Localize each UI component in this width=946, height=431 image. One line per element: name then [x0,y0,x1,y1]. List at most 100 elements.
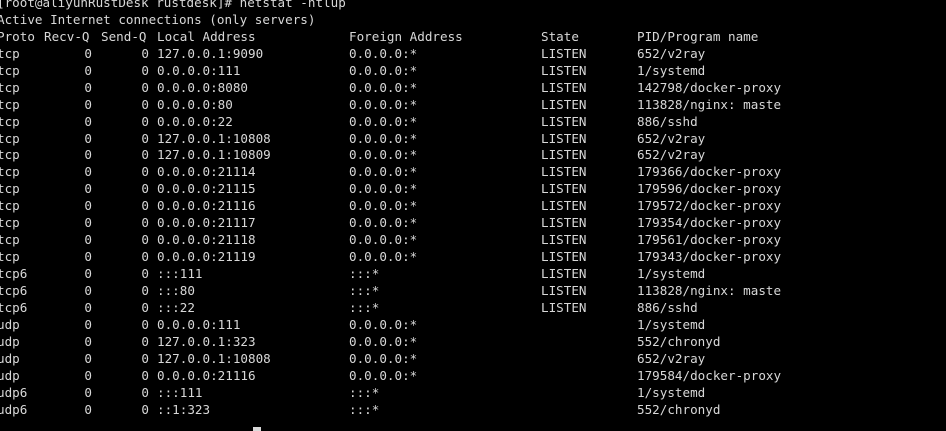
table-row: tcp 0 0 0.0.0.0:80 0.0.0.0:* LISTEN 113828/ngi… [0,97,946,114]
cell-local-address: 0.0.0.0:80 [157,96,233,112]
cell-send-q: 0 [141,113,149,129]
cell-local-address: 127.0.0.1:10808 [157,130,271,146]
heading-line: Active Internet connections (only server… [0,12,946,29]
cell-state: LISTEN [541,79,587,95]
table-row: tcp 0 0 0.0.0.0:8080 0.0.0.0:* LISTEN 142798/d… [0,80,946,97]
cell-recv-q: 0 [84,232,92,248]
cell-proto: udp [0,316,20,332]
cell-recv-q: 0 [84,181,92,197]
cell-state: LISTEN [541,113,587,129]
cell-state: LISTEN [541,299,587,315]
cell-local-address: :::22 [157,299,195,315]
cell-local-address: 0.0.0.0:8080 [157,79,248,95]
text-cursor [253,427,261,431]
cell-state: LISTEN [541,45,587,61]
table-row: udp6 0 0:::111:::* 1/systemd [0,385,946,402]
cell-recv-q: 0 [84,266,92,281]
cell-local-address: 0.0.0.0:21117 [157,215,256,231]
cell-send-q: 0 [141,130,149,146]
cell-pid-program: 1/systemd [637,384,706,400]
cell-local-address: 0.0.0.0:21118 [157,232,256,248]
cell-proto: tcp [0,45,20,61]
cell-pid-program: 886/sshd [637,299,698,315]
cell-foreign-address: :::* [349,266,380,281]
table-row: tcp6 0 0:::111:::* LISTEN 1/systemd [0,266,946,283]
cell-pid-program: 113828/nginx: maste [637,96,782,112]
cell-send-q: 0 [141,96,149,112]
cell-recv-q: 0 [84,62,92,78]
cell-send-q: 0 [141,147,149,163]
table-row: udp 0 0 127.0.0.1:10808 0.0.0.0:* 652/v2ray [0,351,946,368]
cell-foreign-address: 0.0.0.0:* [349,181,418,197]
cell-proto: tcp [0,130,20,146]
cell-proto: udp [0,333,20,349]
cell-state: LISTEN [541,232,587,248]
cell-state: LISTEN [541,147,587,163]
cell-state: LISTEN [541,164,587,180]
cell-recv-q: 0 [84,198,92,214]
cell-foreign-address: 0.0.0.0:* [349,215,418,231]
cell-pid-program: 652/v2ray [637,130,706,146]
cell-state: LISTEN [541,181,587,197]
cell-recv-q: 0 [84,316,92,332]
cell-local-address: 127.0.0.1:10808 [157,350,271,366]
header-foreign: Foreign Address [349,28,463,44]
cell-foreign-address: 0.0.0.0:* [349,79,418,95]
cell-pid-program: 179366/docker-proxy [637,164,782,180]
cell-local-address: 0.0.0.0:21119 [157,249,256,265]
cell-pid-program: 652/v2ray [637,147,706,163]
cell-proto: tcp [0,215,20,231]
cell-pid-program: 179561/docker-proxy [637,232,782,248]
cell-recv-q: 0 [84,130,92,146]
table-row: tcp 0 0 127.0.0.1:10808 0.0.0.0:* LISTEN 652/v… [0,131,946,148]
cell-send-q: 0 [141,232,149,248]
table-row: tcp6 0 0:::22:::* LISTEN 886/sshd [0,300,946,317]
cell-foreign-address: :::* [349,299,380,315]
cell-pid-program: 552/chronyd [637,333,721,349]
cell-foreign-address: 0.0.0.0:* [349,130,418,146]
cell-local-address: ::1:323 [157,401,211,417]
cell-send-q: 0 [141,367,149,383]
cell-local-address: 0.0.0.0:111 [157,316,241,332]
cell-proto: tcp [0,147,20,163]
cell-send-q: 0 [141,299,149,315]
cell-recv-q: 0 [84,249,92,265]
cell-state: LISTEN [541,215,587,231]
cell-proto: tcp [0,113,20,129]
cell-send-q: 0 [141,249,149,265]
cell-send-q: 0 [141,316,149,332]
cell-state: LISTEN [541,282,587,298]
table-row: udp6 0 0::1:323:::* 552/chronyd [0,402,946,419]
cell-foreign-address: :::* [349,384,380,400]
cell-pid-program: 179584/docker-proxy [637,367,782,383]
cell-foreign-address: 0.0.0.0:* [349,350,418,366]
cell-proto: udp [0,367,20,383]
cell-foreign-address: 0.0.0.0:* [349,232,418,248]
cell-proto: udp6 [0,401,28,417]
cell-pid-program: 142798/docker-proxy [637,79,782,95]
cell-state: LISTEN [541,96,587,112]
cell-local-address: 0.0.0.0:21115 [157,181,256,197]
cell-proto: tcp6 [0,282,28,298]
terminal-window[interactable]: [root@aliyunRustDesk rustdesk]# netstat … [0,0,946,431]
cell-proto: tcp [0,249,20,265]
cell-foreign-address: :::* [349,401,380,417]
cell-send-q: 0 [141,333,149,349]
cell-local-address: 0.0.0.0:21116 [157,198,256,214]
header-state: State [541,28,579,44]
cell-proto: tcp [0,79,20,95]
table-row: udp 0 0 127.0.0.1:323 0.0.0.0:* 552/chronyd [0,334,946,351]
cell-foreign-address: 0.0.0.0:* [349,147,418,163]
cell-recv-q: 0 [84,147,92,163]
cell-proto: tcp [0,181,20,197]
cell-proto: tcp [0,198,20,214]
header-local: Local Address [157,28,256,44]
cell-recv-q: 0 [84,164,92,180]
cell-local-address: 127.0.0.1:323 [157,333,256,349]
cell-send-q: 0 [141,79,149,95]
cell-proto: tcp [0,96,20,112]
cell-pid-program: 1/systemd [637,316,706,332]
header-send: Send-Q [101,28,147,44]
cell-send-q: 0 [141,215,149,231]
cell-foreign-address: 0.0.0.0:* [349,367,418,383]
